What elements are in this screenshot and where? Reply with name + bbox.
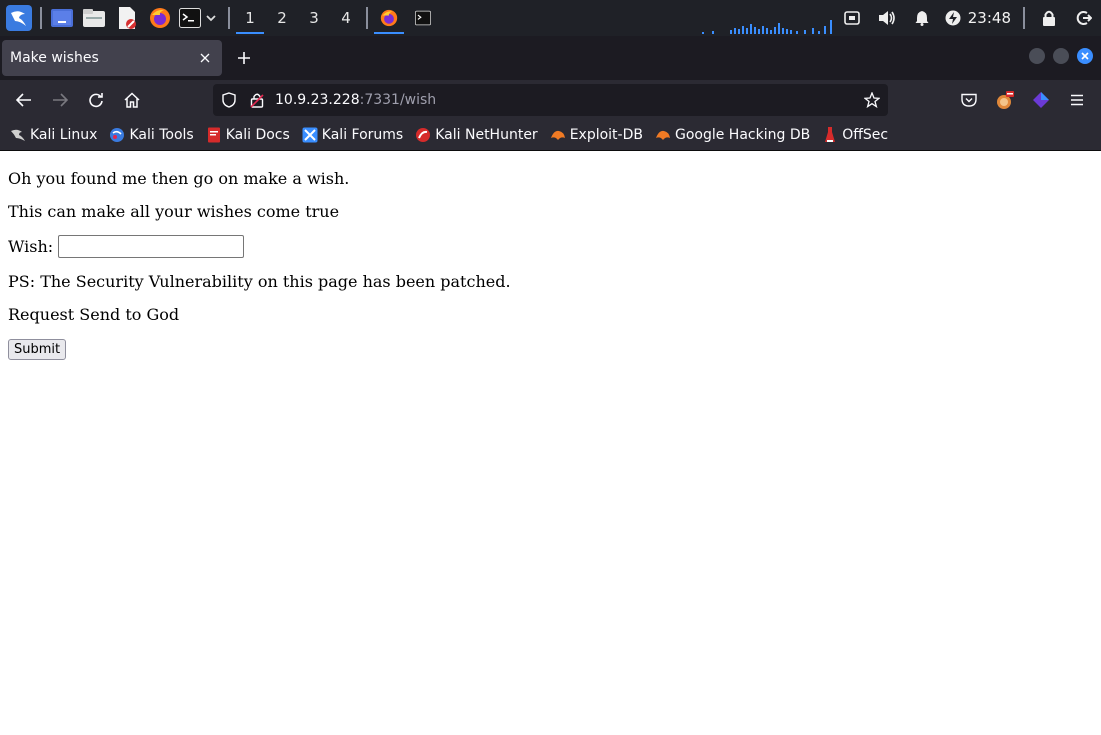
terminal-icon bbox=[415, 10, 431, 26]
hamburger-menu-icon[interactable] bbox=[1059, 84, 1095, 116]
chevron-down-icon[interactable] bbox=[204, 0, 218, 36]
wish-input[interactable] bbox=[58, 235, 245, 258]
offsec-icon bbox=[822, 127, 838, 143]
bookmark-kali-nethunter[interactable]: Kali NetHunter bbox=[415, 127, 538, 143]
maximize-window-button[interactable] bbox=[1053, 48, 1069, 64]
minimize-window-button[interactable] bbox=[1029, 48, 1045, 64]
url-path: :7331/wish bbox=[359, 92, 437, 108]
kali-tools-icon bbox=[109, 127, 125, 143]
forward-button[interactable] bbox=[42, 84, 78, 116]
bookmark-kali-docs[interactable]: Kali Docs bbox=[206, 127, 290, 143]
ghdb-icon bbox=[655, 127, 671, 143]
panel-separator bbox=[366, 7, 368, 29]
panel-separator bbox=[1023, 7, 1025, 29]
kali-menu-icon[interactable] bbox=[2, 0, 36, 36]
workspace-2[interactable]: 2 bbox=[266, 0, 298, 36]
browser-tab-strip: Make wishes bbox=[0, 36, 1101, 80]
power-manager-icon[interactable] bbox=[940, 0, 966, 36]
reload-icon bbox=[89, 93, 103, 108]
firefox-launcher-icon[interactable] bbox=[144, 0, 176, 36]
page-content: Oh you found me then go on make a wish. … bbox=[0, 151, 1101, 735]
request-status-text: Request Send to God bbox=[8, 305, 180, 324]
file-manager-icon[interactable] bbox=[78, 0, 110, 36]
navigation-toolbar: 10.9.23.228:7331/wish bbox=[0, 80, 1101, 120]
reload-button[interactable] bbox=[78, 84, 114, 116]
promise-text: This can make all your wishes come true bbox=[8, 202, 340, 221]
terminal-launcher-icon[interactable] bbox=[176, 0, 204, 36]
back-button[interactable] bbox=[6, 84, 42, 116]
bookmarks-toolbar: Kali Linux Kali Tools Kali Docs Kali For… bbox=[0, 120, 1101, 151]
bookmark-star-icon[interactable] bbox=[856, 92, 888, 108]
tab-title: Make wishes bbox=[10, 50, 99, 66]
bookmark-exploit-db[interactable]: Exploit-DB bbox=[550, 127, 643, 143]
plus-icon bbox=[238, 52, 250, 64]
bookmark-label: Exploit-DB bbox=[569, 127, 643, 143]
volume-icon[interactable] bbox=[870, 0, 905, 36]
extension-foxyproxy-icon[interactable] bbox=[987, 84, 1023, 116]
text-editor-icon[interactable] bbox=[110, 0, 144, 36]
url-host: 10.9.23.228 bbox=[275, 92, 360, 108]
taskbar-terminal-window[interactable] bbox=[406, 0, 440, 36]
panel-separator bbox=[228, 7, 230, 29]
wish-form-row: Wish: bbox=[8, 235, 1093, 258]
bookmark-label: Kali Linux bbox=[30, 127, 98, 143]
system-panel: 1 2 3 4 23:48 bbox=[0, 0, 1101, 36]
bookmark-label: Kali Docs bbox=[225, 127, 290, 143]
bookmark-offsec[interactable]: OffSec bbox=[822, 127, 888, 143]
home-button[interactable] bbox=[114, 84, 150, 116]
kali-docs-icon bbox=[206, 127, 222, 143]
close-tab-icon[interactable] bbox=[192, 45, 218, 71]
tracking-protection-shield-icon[interactable] bbox=[213, 92, 245, 108]
workspace-1[interactable]: 1 bbox=[234, 0, 266, 36]
intro-text: Oh you found me then go on make a wish. bbox=[8, 169, 350, 188]
close-icon bbox=[1081, 52, 1089, 60]
pocket-icon[interactable] bbox=[951, 84, 987, 116]
firefox-icon bbox=[380, 9, 398, 27]
kali-nethunter-icon bbox=[415, 127, 431, 143]
submit-button[interactable]: Submit bbox=[8, 339, 67, 360]
panel-separator bbox=[40, 7, 42, 29]
taskbar-firefox-window[interactable] bbox=[372, 0, 406, 36]
panel-clock[interactable]: 23:48 bbox=[966, 9, 1017, 27]
logout-icon[interactable] bbox=[1066, 0, 1101, 36]
bookmark-label: Kali Forums bbox=[321, 127, 404, 143]
close-window-button[interactable] bbox=[1077, 48, 1093, 64]
arrow-left-icon bbox=[16, 93, 31, 107]
bookmark-google-hacking-db[interactable]: Google Hacking DB bbox=[655, 127, 810, 143]
kali-forums-icon bbox=[302, 127, 318, 143]
lock-screen-icon[interactable] bbox=[1031, 0, 1066, 36]
insecure-lock-icon[interactable] bbox=[245, 92, 269, 108]
kali-dragon-icon bbox=[10, 127, 26, 143]
network-monitor-graph bbox=[702, 20, 832, 34]
system-tray: 23:48 bbox=[835, 0, 1101, 36]
new-tab-button[interactable] bbox=[232, 46, 256, 70]
window-controls bbox=[1029, 48, 1093, 64]
bookmark-kali-linux[interactable]: Kali Linux bbox=[10, 127, 97, 143]
notifications-bell-icon[interactable] bbox=[905, 0, 940, 36]
wish-label: Wish: bbox=[8, 237, 54, 256]
exploit-db-icon bbox=[550, 127, 566, 143]
url-bar[interactable]: 10.9.23.228:7331/wish bbox=[213, 84, 888, 116]
workspace-3[interactable]: 3 bbox=[298, 0, 330, 36]
bookmark-label: Kali Tools bbox=[129, 127, 194, 143]
toolbar-right-actions bbox=[951, 84, 1095, 116]
tab-make-wishes[interactable]: Make wishes bbox=[2, 40, 222, 76]
bookmark-label: Kali NetHunter bbox=[435, 127, 538, 143]
extension-cube-icon[interactable] bbox=[1023, 84, 1059, 116]
home-icon bbox=[124, 92, 140, 108]
arrow-right-icon bbox=[53, 93, 68, 107]
show-desktop-icon[interactable] bbox=[46, 0, 78, 36]
bookmark-kali-forums[interactable]: Kali Forums bbox=[302, 127, 403, 143]
patched-notice-text: PS: The Security Vulnerability on this p… bbox=[8, 272, 511, 291]
network-icon[interactable] bbox=[835, 0, 870, 36]
bookmark-label: Google Hacking DB bbox=[674, 127, 811, 143]
bookmark-kali-tools[interactable]: Kali Tools bbox=[109, 127, 194, 143]
workspace-4[interactable]: 4 bbox=[330, 0, 362, 36]
bookmark-label: OffSec bbox=[842, 127, 889, 143]
